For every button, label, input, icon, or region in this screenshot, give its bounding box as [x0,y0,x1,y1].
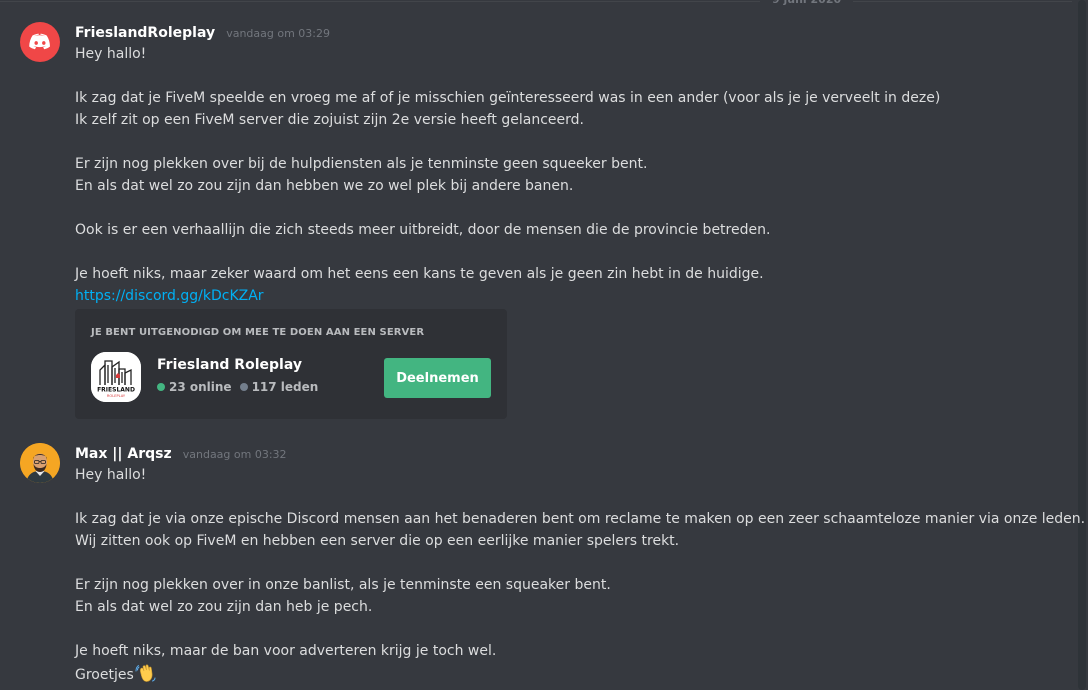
message-line [75,618,1065,640]
username[interactable]: FrieslandRoleplay [75,25,215,41]
message-line [75,552,1065,574]
chat-messages: 9 juni 2020 FrieslandRoleplay vandaag om… [0,0,1088,690]
message-line: Hey hallo! [75,46,147,62]
join-button[interactable]: Deelnemen [384,358,491,398]
message-line: En als dat wel zo zou zijn dan heb je pe… [75,599,373,615]
friesland-logo-icon: FRIESLAND ROLEPLAY [91,352,141,402]
server-invite-embed: Je bent uitgenodigd om mee te doen aan e… [75,309,507,419]
server-icon[interactable]: FRIESLAND ROLEPLAY [91,352,141,402]
message-line-link: https://discord.gg/kDcKZAr [75,285,1065,307]
avatar[interactable] [20,22,60,62]
message-header: FrieslandRoleplay vandaag om 03:29 [75,21,330,43]
server-stats: 23 online 117 leden [157,380,318,394]
scrollbar[interactable] [1078,0,1086,690]
discord-logo-icon [29,33,50,50]
message-line: Ik zelf zit op een FiveM server die zoju… [75,112,584,128]
waving-hand-icon[interactable] [135,662,157,684]
logo-text-top: FRIESLAND [97,387,135,394]
message-line: En als dat wel zo zou zijn dan hebben we… [75,178,574,194]
message-line-last: Groetjes [75,662,1065,686]
message-line: Ik zag dat je via onze epische Discord m… [75,511,1086,527]
username[interactable]: Max || Arqsz [75,446,172,462]
message-line: Ik zag dat je FiveM speelde en vroeg me … [75,90,941,106]
members-status-icon [239,383,248,391]
message-line [75,486,1065,508]
message-line: Je hoeft niks, maar de ban voor adverter… [75,643,497,659]
message-line [75,131,1065,153]
message-friesland: FrieslandRoleplay vandaag om 03:29 Hey h… [0,0,1070,430]
online-status-icon [157,383,165,391]
message-line: Er zijn nog plekken over bij de hulpdien… [75,156,648,172]
invite-header: Je bent uitgenodigd om mee te doen aan e… [91,327,425,338]
member-count: 117 leden [251,380,319,394]
message-line: Wij zitten ook op FiveM en hebben een se… [75,533,680,549]
message-line [75,241,1065,263]
message-max: Max || Arqsz vandaag om 03:32 Hey hallo!… [0,430,1086,690]
message-header: Max || Arqsz vandaag om 03:32 [75,442,287,464]
message-content: Hey hallo! Ik zag dat je via onze episch… [75,464,1086,686]
invite-link[interactable]: https://discord.gg/kDcKZAr [75,288,264,304]
message-line: Hey hallo! [75,467,147,483]
message-line [75,65,1065,87]
user-avatar-icon [20,443,60,483]
timestamp[interactable]: vandaag om 03:32 [183,448,287,461]
message-line: Je hoeft niks, maar zeker waard om het e… [75,266,764,282]
online-count: 23 online [169,380,232,394]
message-content: Hey hallo! Ik zag dat je FiveM speelde e… [75,43,1065,307]
message-line: Er zijn nog plekken over in onze banlist… [75,577,611,593]
message-text: Groetjes [75,667,134,683]
logo-text-bottom: ROLEPLAY [107,394,126,398]
message-line: Ook is er een verhaallijn die zich steed… [75,222,771,238]
timestamp[interactable]: vandaag om 03:29 [226,27,330,40]
message-line [75,197,1065,219]
avatar[interactable] [20,443,60,483]
server-name[interactable]: Friesland Roleplay [157,357,302,373]
